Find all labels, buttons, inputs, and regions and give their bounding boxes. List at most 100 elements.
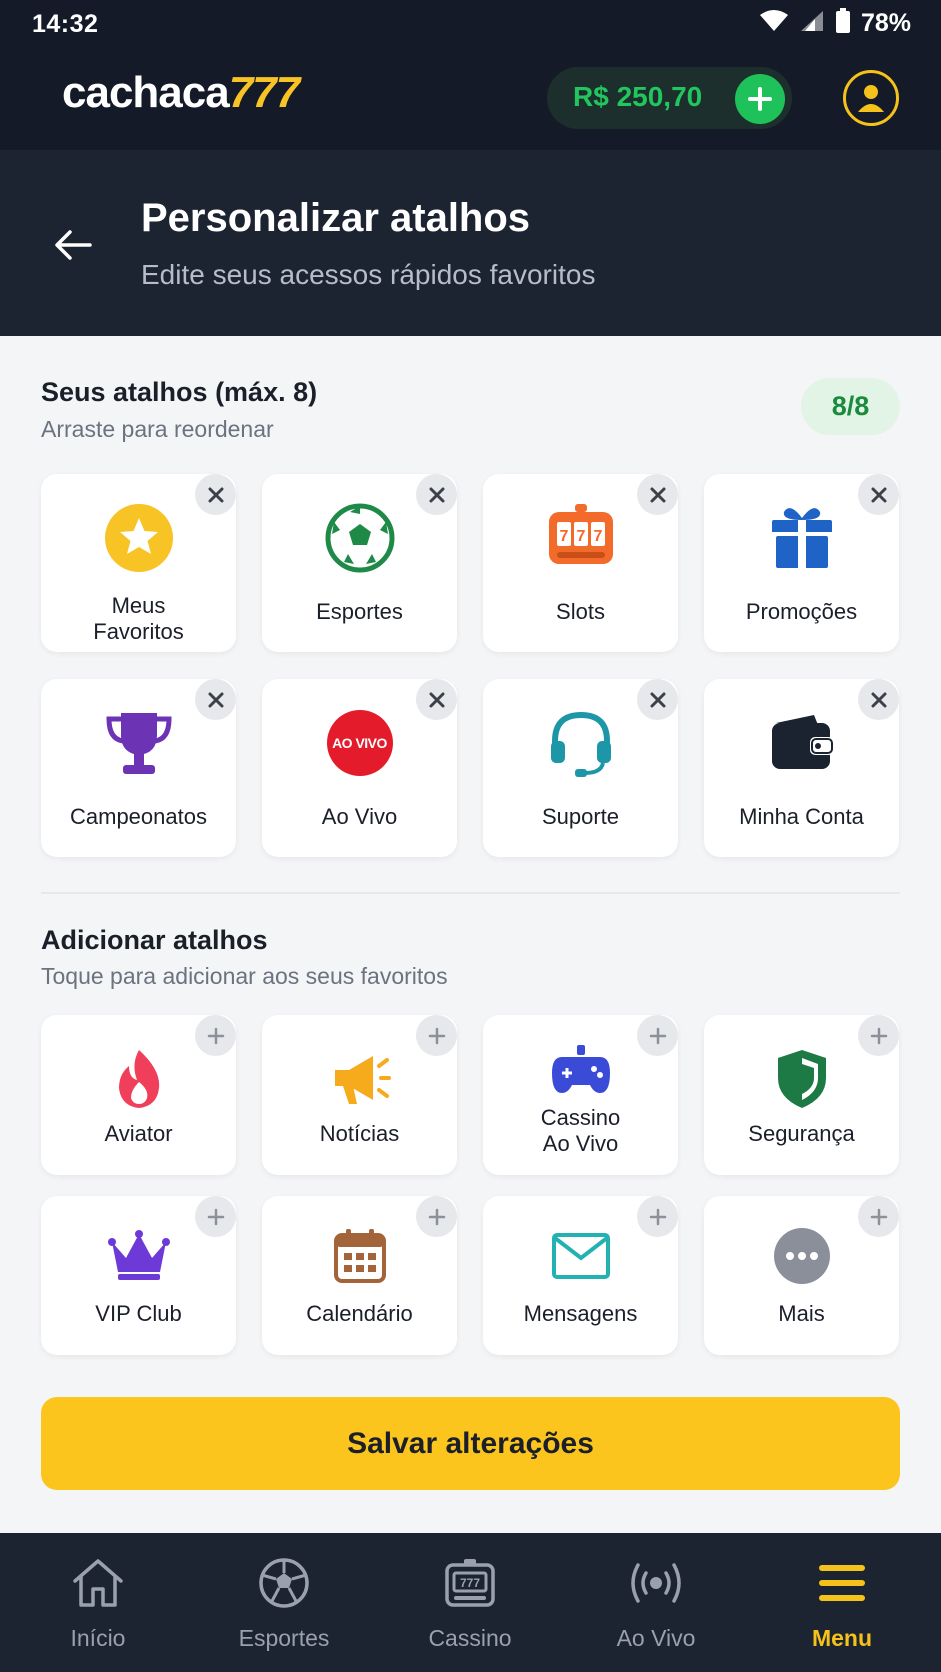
live-badge-icon: AO VIVO [324,707,396,779]
remove-button[interactable] [195,679,236,720]
close-icon [208,487,223,502]
svg-text:7: 7 [559,528,568,545]
wifi-icon [759,9,789,38]
tile-label: Notícias [319,1121,400,1146]
add-button[interactable] [637,1015,678,1056]
remove-button[interactable] [195,474,236,515]
add-tile-live-casino[interactable]: Cassino Ao Vivo [483,1015,678,1175]
plus-icon [649,1027,666,1044]
close-icon [650,487,665,502]
nav-item-menu[interactable]: Menu [748,1533,936,1672]
close-icon [208,692,223,707]
plus-icon [428,1027,445,1044]
add-tile-vip-club[interactable]: VIP Club [41,1196,236,1355]
close-icon [650,692,665,707]
add-button[interactable] [858,1196,899,1237]
add-button[interactable] [637,1196,678,1237]
logo-text: cachaca [62,68,230,117]
page-title: Personalizar atalhos [141,196,531,240]
add-button[interactable] [195,1015,236,1056]
add-button[interactable] [858,1015,899,1056]
add-tile-news[interactable]: Notícias [262,1015,457,1175]
gift-icon [766,502,838,574]
tile-label: Ao Vivo [321,804,398,829]
plus-icon [428,1208,445,1225]
remove-button[interactable] [637,474,678,515]
tile-label: Slots [556,599,605,624]
section-subtitle-add-shortcuts: Toque para adicionar aos seus favoritos [41,963,448,989]
status-time: 14:32 [32,10,99,38]
shortcut-tile-slots[interactable]: 777 Slots [483,474,678,652]
back-button[interactable] [50,222,96,268]
shortcut-tile-favorites[interactable]: Meus Favoritos [41,474,236,652]
add-button[interactable] [416,1015,457,1056]
tile-label: Minha Conta [739,804,864,829]
tile-label: Calendário [306,1301,413,1326]
tile-label: Mais [778,1301,825,1326]
shortcut-tile-my-account[interactable]: Minha Conta [704,679,899,857]
tile-label: Promoções [745,599,858,624]
hamburger-menu-icon [814,1555,870,1611]
tile-label-line2: Favoritos [93,619,184,644]
shortcut-tile-live[interactable]: AO VIVO Ao Vivo [262,679,457,857]
section-divider [41,892,900,894]
nav-label: Cassino [428,1625,512,1651]
arrow-left-icon [55,230,92,260]
plus-icon [748,87,772,111]
remove-button[interactable] [416,679,457,720]
remove-button[interactable] [858,474,899,515]
add-tile-aviator[interactable]: Aviator [41,1015,236,1175]
slot-machine-icon: 777 [442,1555,498,1611]
plus-icon [870,1027,887,1044]
balance-pill[interactable]: R$ 250,70 [547,67,792,129]
remove-button[interactable] [637,679,678,720]
battery-percent: 78% [860,9,911,37]
add-button[interactable] [416,1196,457,1237]
nav-label: Início [70,1625,126,1651]
remove-button[interactable] [416,474,457,515]
add-tile-security[interactable]: Segurança [704,1015,899,1175]
plus-icon [870,1208,887,1225]
deposit-plus-button[interactable] [735,74,785,124]
section-title-your-shortcuts: Seus atalhos (máx. 8) [41,377,318,407]
headset-icon [545,707,617,779]
section-subtitle-your-shortcuts: Arraste para reordenar [41,416,274,442]
tile-label-line1: Cassino [540,1105,621,1130]
shortcut-tile-promotions[interactable]: Promoções [704,474,899,652]
megaphone-icon [324,1043,396,1115]
home-icon [70,1555,126,1611]
tile-label: Mensagens [523,1301,638,1326]
soccer-ball-icon [324,502,396,574]
page-header [0,150,941,336]
tile-label: Campeonatos [70,804,207,829]
nav-item-casino[interactable]: 777 Cassino [376,1533,564,1672]
shortcut-tile-support[interactable]: Suporte [483,679,678,857]
close-icon [429,692,444,707]
shortcut-tile-championships[interactable]: Campeonatos [41,679,236,857]
nav-item-live[interactable]: Ao Vivo [562,1533,750,1672]
nav-label: Menu [811,1625,873,1651]
tile-label-line2: Ao Vivo [542,1131,619,1156]
nav-item-sports[interactable]: Esportes [190,1533,378,1672]
nav-label: Esportes [238,1625,330,1651]
envelope-icon [545,1220,617,1292]
nav-label: Ao Vivo [616,1625,696,1651]
remove-button[interactable] [858,679,899,720]
profile-avatar-button[interactable] [843,70,899,126]
soccer-ball-icon [256,1555,312,1611]
add-tile-calendar[interactable]: Calendário [262,1196,457,1355]
tile-label-line1: Meus [111,593,166,618]
section-title-add-shortcuts: Adicionar atalhos [41,925,268,955]
add-tile-more[interactable]: Mais [704,1196,899,1355]
balance-amount: R$ 250,70 [573,81,703,112]
shortcut-tile-sports[interactable]: Esportes [262,474,457,652]
add-button[interactable] [195,1196,236,1237]
trophy-icon [103,707,175,779]
tile-label: Esportes [316,599,403,624]
brand-logo[interactable]: cachaca777 [62,68,300,118]
svg-text:777: 777 [460,1576,480,1590]
user-icon [858,85,884,112]
save-changes-button[interactable]: Salvar alterações [41,1397,900,1490]
add-tile-messages[interactable]: Mensagens [483,1196,678,1355]
nav-item-home[interactable]: Início [4,1533,192,1672]
